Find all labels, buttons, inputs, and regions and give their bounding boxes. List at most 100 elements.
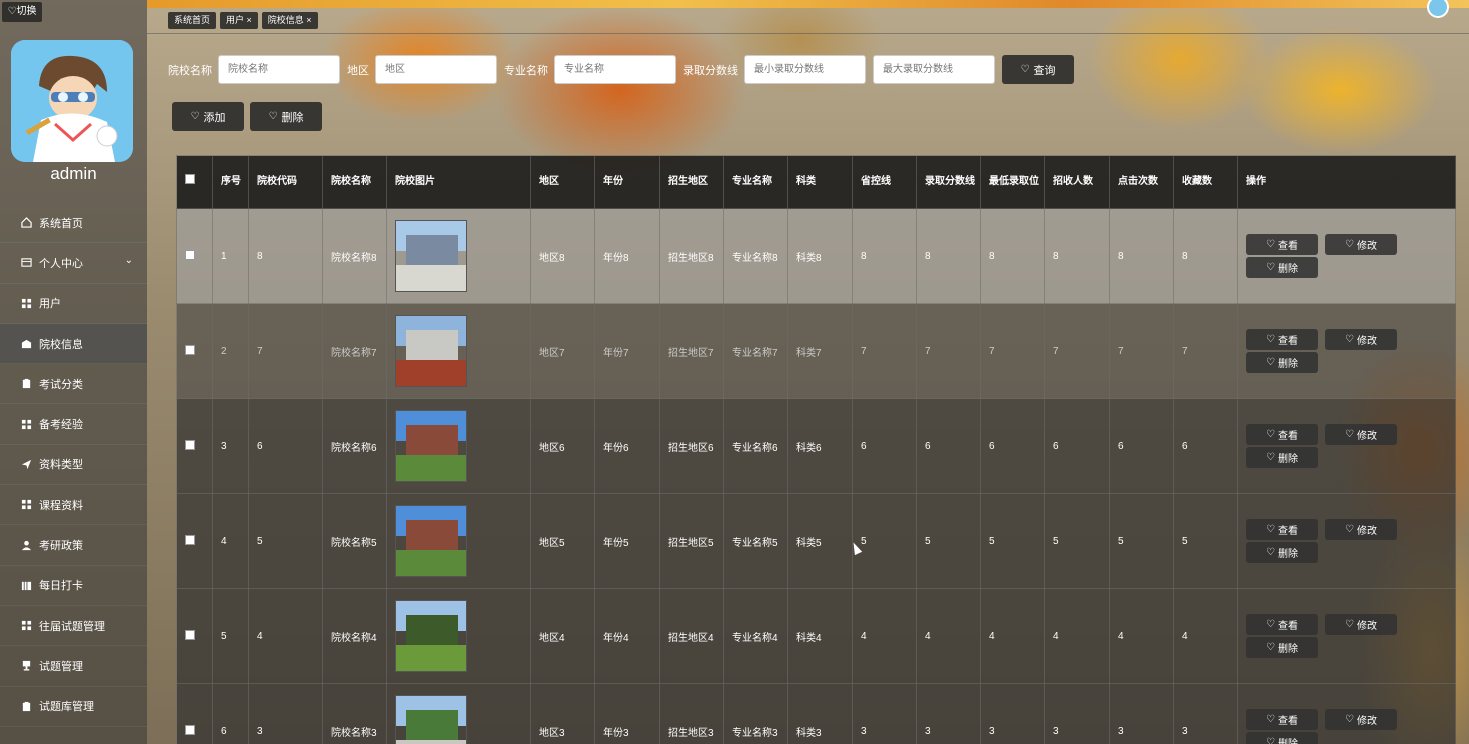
table-cell-category: 科类7 (787, 303, 853, 399)
row-delete-button[interactable]: ♡删除 (1246, 637, 1318, 658)
table-cell-name: 院校名称8 (322, 208, 387, 304)
sidebar-item-home[interactable]: 系统首页 (0, 203, 147, 244)
row-checkbox[interactable] (185, 344, 195, 355)
view-button[interactable]: ♡ 查看 (1246, 709, 1318, 730)
row-delete-button[interactable]: ♡删除 (1246, 447, 1318, 468)
table-cell-count: 7 (1044, 303, 1110, 399)
table-row: 1 8 院校名称8 地区8 年份8 招生地区8 专业名称8 科类8 8 8 8 8 8 8 ♡ 查看 ♡ 修改 ♡ 删… (176, 208, 1456, 304)
school-image[interactable] (395, 505, 467, 577)
username: admin (50, 164, 97, 183)
table-cell-region: 地区3 (530, 683, 595, 744)
sidebar-item-question-bank[interactable]: 试题库管理 (0, 687, 147, 727)
sidebar-item-exam-category[interactable]: 考试分类 (0, 364, 147, 405)
edit-button[interactable]: ♡ 修改 (1325, 424, 1397, 445)
tab-school-info[interactable]: 院校信息 × (261, 12, 318, 29)
sidebar-item-school-info[interactable]: 院校信息 (0, 323, 147, 365)
grid-icon (20, 620, 32, 632)
sidebar-item-label: 用户 (39, 298, 61, 311)
tab-users[interactable]: 用户 × (220, 12, 258, 29)
row-select-cell[interactable] (176, 398, 213, 494)
view-button[interactable]: ♡ 查看 (1246, 424, 1318, 445)
search-bar: 院校名称 地区 专业名称 录取分数线 ♡ 查询 (168, 55, 1074, 84)
column-header: 省控线 (852, 155, 917, 209)
school-image[interactable] (395, 410, 467, 482)
edit-button[interactable]: ♡ 修改 (1325, 709, 1397, 730)
view-button[interactable]: ♡ 查看 (1246, 519, 1318, 540)
school-table: 序号 院校代码 院校名称 院校图片 地区 年份 招生地区 专业名称 科类 省控线… (176, 155, 1456, 744)
row-checkbox[interactable] (185, 534, 195, 545)
school-image[interactable] (395, 695, 467, 744)
table-cell-name: 院校名称3 (322, 683, 387, 744)
sidebar-item-question-mgmt[interactable]: 试题管理 (0, 646, 147, 687)
view-button[interactable]: ♡ 查看 (1246, 329, 1318, 350)
row-delete-button[interactable]: ♡删除 (1246, 732, 1318, 744)
sidebar-item-users[interactable]: 用户 (0, 284, 147, 324)
min-score-input[interactable] (744, 55, 866, 84)
row-delete-button[interactable]: ♡删除 (1246, 257, 1318, 278)
edit-button[interactable]: ♡ 修改 (1325, 234, 1397, 255)
row-select-cell[interactable] (176, 493, 213, 589)
edit-label: 修改 (1356, 526, 1377, 537)
sidebar-item-checkin[interactable]: 每日打卡 (0, 566, 147, 606)
view-button[interactable]: ♡ 查看 (1246, 234, 1318, 255)
query-button[interactable]: ♡ 查询 (1002, 55, 1074, 84)
table-cell-clicks: 3 (1109, 683, 1174, 744)
edit-button[interactable]: ♡ 修改 (1325, 329, 1397, 350)
table-cell-code: 3 (248, 683, 323, 744)
table-cell-favs: 5 (1173, 493, 1238, 589)
school-image[interactable] (395, 315, 467, 387)
row-checkbox[interactable] (185, 249, 195, 260)
table-cell-clicks: 4 (1109, 588, 1174, 684)
row-delete-button[interactable]: ♡删除 (1246, 542, 1318, 563)
heart-icon: ♡ (1266, 452, 1275, 463)
max-score-input[interactable] (873, 55, 995, 84)
column-header: 操作 (1237, 155, 1456, 209)
sidebar-item-course-material[interactable]: 课程资料 (0, 485, 147, 526)
sidebar-item-profile[interactable]: 个人中心 ⌄ (0, 243, 147, 284)
row-select-cell[interactable] (176, 683, 213, 744)
school-image[interactable] (395, 220, 467, 292)
delete-label: 删除 (1277, 644, 1298, 655)
heart-icon: ♡ (1266, 714, 1275, 725)
add-button[interactable]: ♡ 添加 (172, 102, 244, 131)
row-select-cell[interactable] (176, 303, 213, 399)
sidebar-item-prep-experience[interactable]: 备考经验 (0, 404, 147, 445)
table-cell-region: 地区5 (530, 493, 595, 589)
home-icon (20, 217, 32, 229)
row-select-cell[interactable] (176, 588, 213, 684)
view-button[interactable]: ♡ 查看 (1246, 614, 1318, 635)
table-cell-region: 地区6 (530, 398, 595, 494)
operations-cell: ♡查看 ♡修改 ♡删除 (1237, 303, 1456, 399)
row-delete-button[interactable]: ♡删除 (1246, 352, 1318, 373)
sidebar-item-policy[interactable]: 考研政策 (0, 525, 147, 566)
row-select-cell[interactable] (176, 208, 213, 304)
select-all-header[interactable] (176, 155, 213, 209)
major-input[interactable] (554, 55, 676, 84)
edit-button[interactable]: ♡ 修改 (1325, 519, 1397, 540)
select-all-checkbox[interactable] (185, 174, 195, 184)
table-cell-name: 院校名称7 (322, 303, 387, 399)
sidebar-item-material-type[interactable]: 资料类型 (0, 445, 147, 486)
delete-button-label: 删除 (281, 111, 304, 124)
school-name-input[interactable] (218, 55, 340, 84)
region-input[interactable] (375, 55, 497, 84)
view-label: 查看 (1277, 716, 1298, 727)
table-cell-idx: 6 (212, 683, 249, 744)
row-checkbox[interactable] (185, 629, 195, 640)
sidebar-item-past-exams[interactable]: 往届试题管理 (0, 606, 147, 647)
delete-button[interactable]: ♡ 删除 (250, 102, 322, 131)
row-checkbox[interactable] (185, 724, 195, 735)
table-cell-control: 7 (852, 303, 917, 399)
table-cell-enroll_region: 招生地区7 (659, 303, 724, 399)
school-image-cell (386, 683, 531, 744)
sidebar-item-label: 资料类型 (39, 459, 83, 472)
switch-button[interactable]: ♡切换 (2, 2, 42, 22)
heart-icon: ♡ (1266, 642, 1275, 653)
table-cell-control: 4 (852, 588, 917, 684)
table-cell-idx: 2 (212, 303, 249, 399)
row-checkbox[interactable] (185, 439, 195, 450)
edit-button[interactable]: ♡ 修改 (1325, 614, 1397, 635)
tab-home[interactable]: 系统首页 (168, 12, 217, 29)
school-image[interactable] (395, 600, 467, 672)
table-cell-code: 7 (248, 303, 323, 399)
